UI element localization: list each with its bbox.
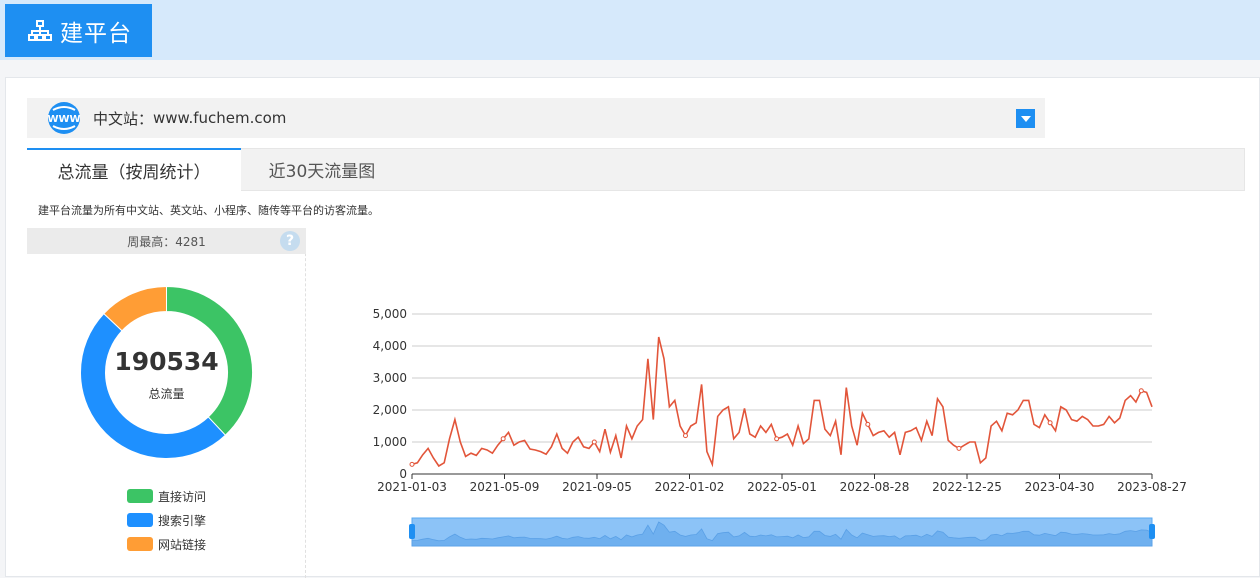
globe-www-icon: WWW [47, 102, 81, 134]
legend-label: 网站链接 [158, 537, 207, 552]
y-tick-label: 3,000 [373, 371, 407, 385]
help-icon[interactable]: ? [280, 231, 300, 251]
data-point [956, 445, 962, 451]
y-tick-label: 2,000 [373, 403, 407, 417]
weekly-peak: 周最高：4281 ? [27, 228, 306, 254]
description-text: 建平台流量为所有中文站、英文站、小程序、随传等平台的访客流量。 [38, 204, 379, 217]
y-tick-label: 4,000 [373, 339, 407, 353]
x-tick-label: 2021-05-09 [470, 480, 540, 494]
data-point [1138, 388, 1144, 394]
y-tick-label: 5,000 [373, 307, 407, 321]
weekly-traffic-chart: 0 1,000 2,000 3,000 4,000 5,000 2021-01-03 2021… [306, 228, 1256, 578]
legend-label: 搜索引擎 [158, 513, 207, 528]
tab-30-days[interactable]: 近30天流量图 [242, 148, 402, 191]
x-tick-label: 2022-12-25 [932, 480, 1002, 494]
x-tick-label: 2021-09-05 [562, 480, 632, 494]
total-traffic-label: 总流量 [148, 387, 185, 401]
x-tick-label: 2022-08-28 [840, 480, 910, 494]
data-point [1047, 420, 1053, 426]
total-traffic-value: 190534 [114, 347, 219, 376]
x-tick-label: 2022-01-02 [655, 480, 725, 494]
brand-button[interactable]: 建平台 [5, 4, 152, 57]
donut-legend: 直接访问 搜索引擎 网站链接 [127, 484, 206, 556]
legend-item-links[interactable]: 网站链接 [127, 532, 206, 556]
legend-swatch [127, 513, 153, 527]
site-selector[interactable]: WWW 中文站： www.fuchem.com [27, 98, 1045, 138]
legend-swatch [127, 537, 153, 551]
site-label: 中文站： [93, 109, 154, 128]
series-line [411, 336, 1153, 468]
zoom-handle-right[interactable] [1149, 524, 1155, 539]
x-tick-label: 2021-01-03 [377, 480, 447, 494]
tab-bar: 总流量（按周统计） 近30天流量图 [27, 148, 1245, 191]
data-point [409, 461, 415, 467]
data-point [865, 421, 871, 427]
summary-panel: 周最高：4281 ? 190534 总流量 直接访问 搜索引擎 网站链接 [27, 228, 306, 578]
traffic-card: WWW 中文站： www.fuchem.com 总流量（按周统计） 近30天流量… [5, 77, 1260, 578]
legend-label: 直接访问 [158, 489, 207, 504]
legend-item-search[interactable]: 搜索引擎 [127, 508, 206, 532]
brand-title: 建平台 [60, 20, 132, 47]
legend-swatch [127, 489, 153, 503]
data-point [591, 439, 597, 445]
svg-text:WWW: WWW [47, 114, 80, 125]
weekly-peak-text: 周最高：4281 [127, 234, 206, 249]
x-tick-label: 2023-04-30 [1025, 480, 1095, 494]
top-bar: 建平台 [0, 0, 1260, 60]
data-point [774, 436, 780, 442]
tab-weekly-total[interactable]: 总流量（按周统计） [27, 148, 241, 191]
line-chart-svg: 0 1,000 2,000 3,000 4,000 5,000 2021-01-03 2021… [373, 307, 1187, 547]
y-tick-label: 0 [399, 467, 407, 481]
sitemap-icon [28, 19, 52, 41]
x-tick-label: 2022-05-01 [747, 480, 817, 494]
chevron-down-icon [1020, 115, 1031, 122]
dropdown-button[interactable] [1016, 109, 1035, 128]
data-point [500, 436, 506, 442]
legend-item-direct[interactable]: 直接访问 [127, 484, 206, 508]
zoom-handle-left[interactable] [409, 524, 415, 539]
data-point [682, 433, 688, 439]
y-tick-label: 1,000 [373, 435, 407, 449]
x-tick-label: 2023-08-27 [1117, 480, 1187, 494]
site-url: www.fuchem.com [153, 109, 287, 127]
